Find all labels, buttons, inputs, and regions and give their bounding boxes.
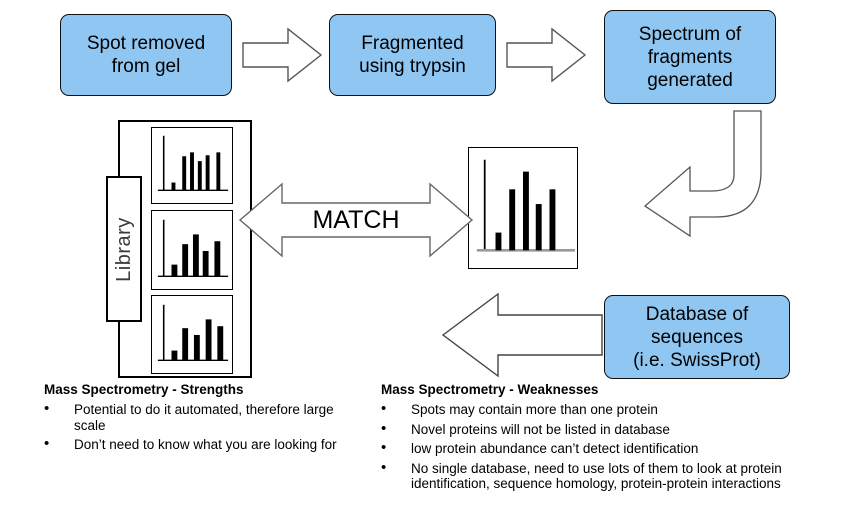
bullet-icon: • bbox=[44, 400, 50, 417]
diagram-canvas: Spot removed from gel Fragmented using t… bbox=[0, 0, 861, 525]
list-item: • Spots may contain more than one protei… bbox=[381, 401, 836, 418]
strengths-block: Mass Spectrometry - Strengths • Potentia… bbox=[44, 382, 354, 457]
list-item-label: low protein abundance can’t detect ident… bbox=[411, 441, 699, 456]
process-box-database-label: Database of sequences (i.e. SwissProt) bbox=[633, 303, 761, 371]
list-item: • low protein abundance can’t detect ide… bbox=[381, 440, 836, 457]
bullet-icon: • bbox=[381, 400, 387, 417]
list-item-label: Spots may contain more than one protein bbox=[411, 402, 658, 417]
list-item: • No single database, need to use lots o… bbox=[381, 459, 836, 492]
library-tab[interactable]: Library bbox=[106, 176, 142, 322]
list-item: • Don’t need to know what you are lookin… bbox=[44, 436, 354, 453]
curved-down-left-arrow-icon bbox=[630, 105, 765, 240]
match-label: MATCH bbox=[312, 206, 400, 234]
process-box-spot-removed[interactable]: Spot removed from gel bbox=[60, 14, 232, 96]
left-arrow-icon-database-to-library bbox=[441, 287, 604, 379]
right-arrow-icon-step2-to-step3 bbox=[506, 27, 587, 83]
list-item-label: Potential to do it automated, therefore … bbox=[74, 402, 334, 433]
library-tab-label: Library bbox=[112, 216, 135, 282]
bullet-icon: • bbox=[381, 419, 387, 437]
strengths-title: Mass Spectrometry - Strengths bbox=[44, 382, 244, 397]
library-spectrum-1 bbox=[151, 127, 233, 204]
list-item: • Novel proteins will not be listed in d… bbox=[381, 420, 836, 438]
library-spectrum-3 bbox=[151, 295, 233, 374]
right-arrow-icon-step1-to-step2 bbox=[242, 27, 323, 83]
weaknesses-block: Mass Spectrometry - Weaknesses • Spots m… bbox=[381, 382, 836, 496]
list-item: • Potential to do it automated, therefor… bbox=[44, 401, 354, 433]
bullet-icon: • bbox=[44, 435, 50, 452]
bullet-icon: • bbox=[381, 439, 387, 456]
list-item-label: Novel proteins will not be listed in dat… bbox=[411, 421, 670, 437]
list-item-label: No single database, need to use lots of … bbox=[411, 460, 782, 492]
process-box-fragmented[interactable]: Fragmented using trypsin bbox=[329, 14, 496, 96]
process-box-spectrum-generated-label: Spectrum of fragments generated bbox=[638, 23, 742, 91]
weaknesses-title: Mass Spectrometry - Weaknesses bbox=[381, 382, 599, 397]
process-box-spectrum-generated[interactable]: Spectrum of fragments generated bbox=[604, 10, 776, 104]
sample-spectrum bbox=[468, 147, 578, 269]
strengths-list: • Potential to do it automated, therefor… bbox=[44, 401, 354, 453]
library-spectrum-2 bbox=[151, 210, 233, 290]
weaknesses-list: • Spots may contain more than one protei… bbox=[381, 401, 836, 492]
process-box-fragmented-label: Fragmented using trypsin bbox=[359, 33, 466, 77]
process-box-spot-removed-label: Spot removed from gel bbox=[86, 33, 206, 77]
bullet-icon: • bbox=[381, 458, 387, 476]
list-item-label: Don’t need to know what you are looking … bbox=[74, 437, 337, 452]
process-box-database[interactable]: Database of sequences (i.e. SwissProt) bbox=[604, 295, 790, 379]
